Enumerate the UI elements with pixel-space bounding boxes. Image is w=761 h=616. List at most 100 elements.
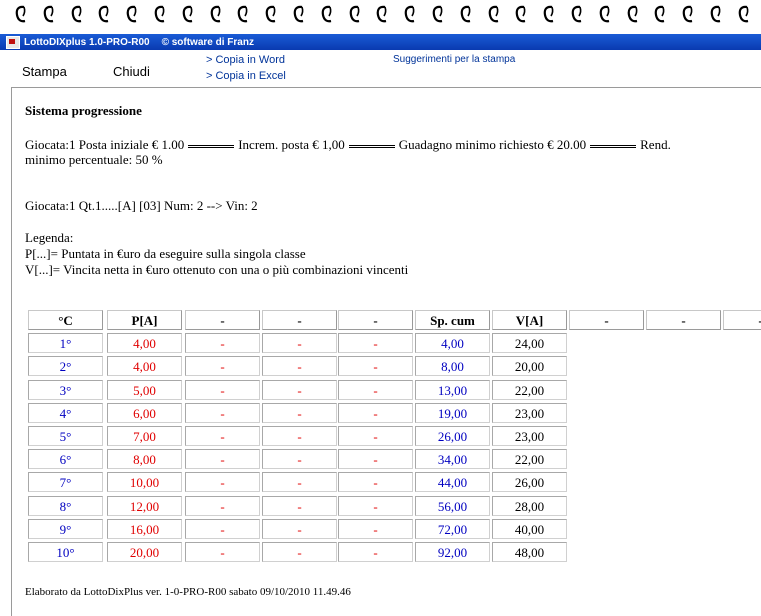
table-cell: - (338, 518, 413, 539)
table-header-cell: Sp. cum (415, 310, 490, 330)
table-cell: 56,00 (415, 495, 490, 516)
table-cell: 8° (28, 495, 103, 516)
params-line: Giocata:1 Posta iniziale € 1.00 Increm. p… (25, 137, 671, 153)
table-cell: 72,00 (415, 518, 490, 539)
report-panel: Sistema progressione Giocata:1 Posta ini… (11, 87, 761, 616)
table-cell: 92,00 (415, 541, 490, 562)
table-cell: 8,00 (107, 449, 182, 470)
copia-word-link[interactable]: > Copia in Word (206, 54, 285, 66)
table-cell: - (262, 402, 337, 423)
spiral-ring-icon (598, 4, 612, 26)
table-cell: 34,00 (415, 449, 490, 470)
stampa-button[interactable]: Stampa (22, 64, 67, 79)
table-cell: 44,00 (415, 472, 490, 493)
table-cell: 19,00 (415, 402, 490, 423)
spiral-ring-icon (264, 4, 278, 26)
spiral-ring-icon (236, 4, 250, 26)
table-cell: - (338, 425, 413, 446)
table-cell: 8,00 (415, 356, 490, 377)
table-cell: 20,00 (492, 356, 567, 377)
spiral-ring-icon (320, 4, 334, 26)
table-cell: 12,00 (107, 495, 182, 516)
spiral-ring-icon (70, 4, 84, 26)
table-cell: 23,00 (492, 425, 567, 446)
table-cell: - (262, 356, 337, 377)
spiral-ring-icon (403, 4, 417, 26)
spiral-ring-icon (153, 4, 167, 26)
app-icon (6, 35, 20, 49)
spiral-ring-icon (570, 4, 584, 26)
spiral-ring-icon (487, 4, 501, 26)
table-header-cell: P[A] (107, 310, 182, 330)
report-footer: Elaborato da LottoDixPlus ver. 1-0-PRO-R… (25, 586, 351, 598)
table-header-cell: - (723, 310, 761, 330)
table-header-cell: - (338, 310, 413, 330)
table-cell: - (262, 541, 337, 562)
spiral-ring-icon (292, 4, 306, 26)
legend-v: V[...]= Vincita netta in €uro ottenuto c… (25, 262, 409, 277)
table-cell: 28,00 (492, 495, 567, 516)
spiral-ring-icon (209, 4, 223, 26)
spiral-ring-icon (653, 4, 667, 26)
table-cell: 10,00 (107, 472, 182, 493)
table-cell: - (185, 333, 260, 354)
table-cell: - (185, 449, 260, 470)
table-cell: - (262, 518, 337, 539)
menu-bar: Stampa Chiudi > Copia in Word > Copia in… (0, 50, 761, 87)
giocata-line: Giocata:1 Qt.1.....[A] [03] Num: 2 --> V… (25, 198, 258, 213)
spiral-ring-icon (181, 4, 195, 26)
window-title: LottoDIXplus 1.0-PRO-R00 (24, 36, 150, 48)
table-cell: - (262, 472, 337, 493)
table-cell: - (185, 425, 260, 446)
table-cell: 4,00 (107, 333, 182, 354)
table-cell: 26,00 (492, 472, 567, 493)
table-cell: 26,00 (415, 425, 490, 446)
separator (348, 144, 395, 148)
table-cell: 16,00 (107, 518, 182, 539)
spiral-ring-icon (375, 4, 389, 26)
table-cell: - (338, 472, 413, 493)
table-cell: 40,00 (492, 518, 567, 539)
table-cell: - (185, 472, 260, 493)
table-cell: - (262, 379, 337, 400)
spiral-ring-icon (42, 4, 56, 26)
spiral-ring-icon (459, 4, 473, 26)
separator (590, 144, 637, 148)
separator (188, 144, 235, 148)
chiudi-button[interactable]: Chiudi (113, 64, 150, 79)
table-cell: - (338, 402, 413, 423)
legend-p: P[...]= Puntata in €uro da eseguire sull… (25, 246, 306, 261)
table-header-cell: - (262, 310, 337, 330)
param-guadagno: Guadagno minimo richiesto € 20.00 (398, 137, 587, 152)
copia-excel-link[interactable]: > Copia in Excel (206, 70, 286, 82)
table-cell: - (338, 356, 413, 377)
spiral-ring-icon (514, 4, 528, 26)
table-cell: - (338, 449, 413, 470)
spiral-ring-icon (97, 4, 111, 26)
table-cell: - (338, 379, 413, 400)
report-title: Sistema progressione (25, 103, 142, 118)
table-cell: 7,00 (107, 425, 182, 446)
spiral-ring-icon (681, 4, 695, 26)
table-cell: 24,00 (492, 333, 567, 354)
table-header-cell: V[A] (492, 310, 567, 330)
table-cell: 48,00 (492, 541, 567, 562)
table-cell: 5,00 (107, 379, 182, 400)
spiral-ring-icon (709, 4, 723, 26)
spiral-ring-icon (431, 4, 445, 26)
table-cell: 6,00 (107, 402, 182, 423)
table-cell: 2° (28, 356, 103, 377)
table-cell: - (338, 495, 413, 516)
table-cell: 23,00 (492, 402, 567, 423)
params-line-2: minimo percentuale: 50 % (25, 152, 163, 167)
table-cell: - (185, 356, 260, 377)
table-cell: 10° (28, 541, 103, 562)
table-cell: 22,00 (492, 379, 567, 400)
spiral-ring-icon (125, 4, 139, 26)
title-bar: LottoDIXplus 1.0-PRO-R00 © software di F… (0, 34, 761, 50)
suggerimenti-link[interactable]: Suggerimenti per la stampa (393, 54, 515, 65)
spiral-ring-icon (626, 4, 640, 26)
spiral-ring-icon (737, 4, 751, 26)
table-cell: - (185, 495, 260, 516)
table-cell: - (338, 333, 413, 354)
